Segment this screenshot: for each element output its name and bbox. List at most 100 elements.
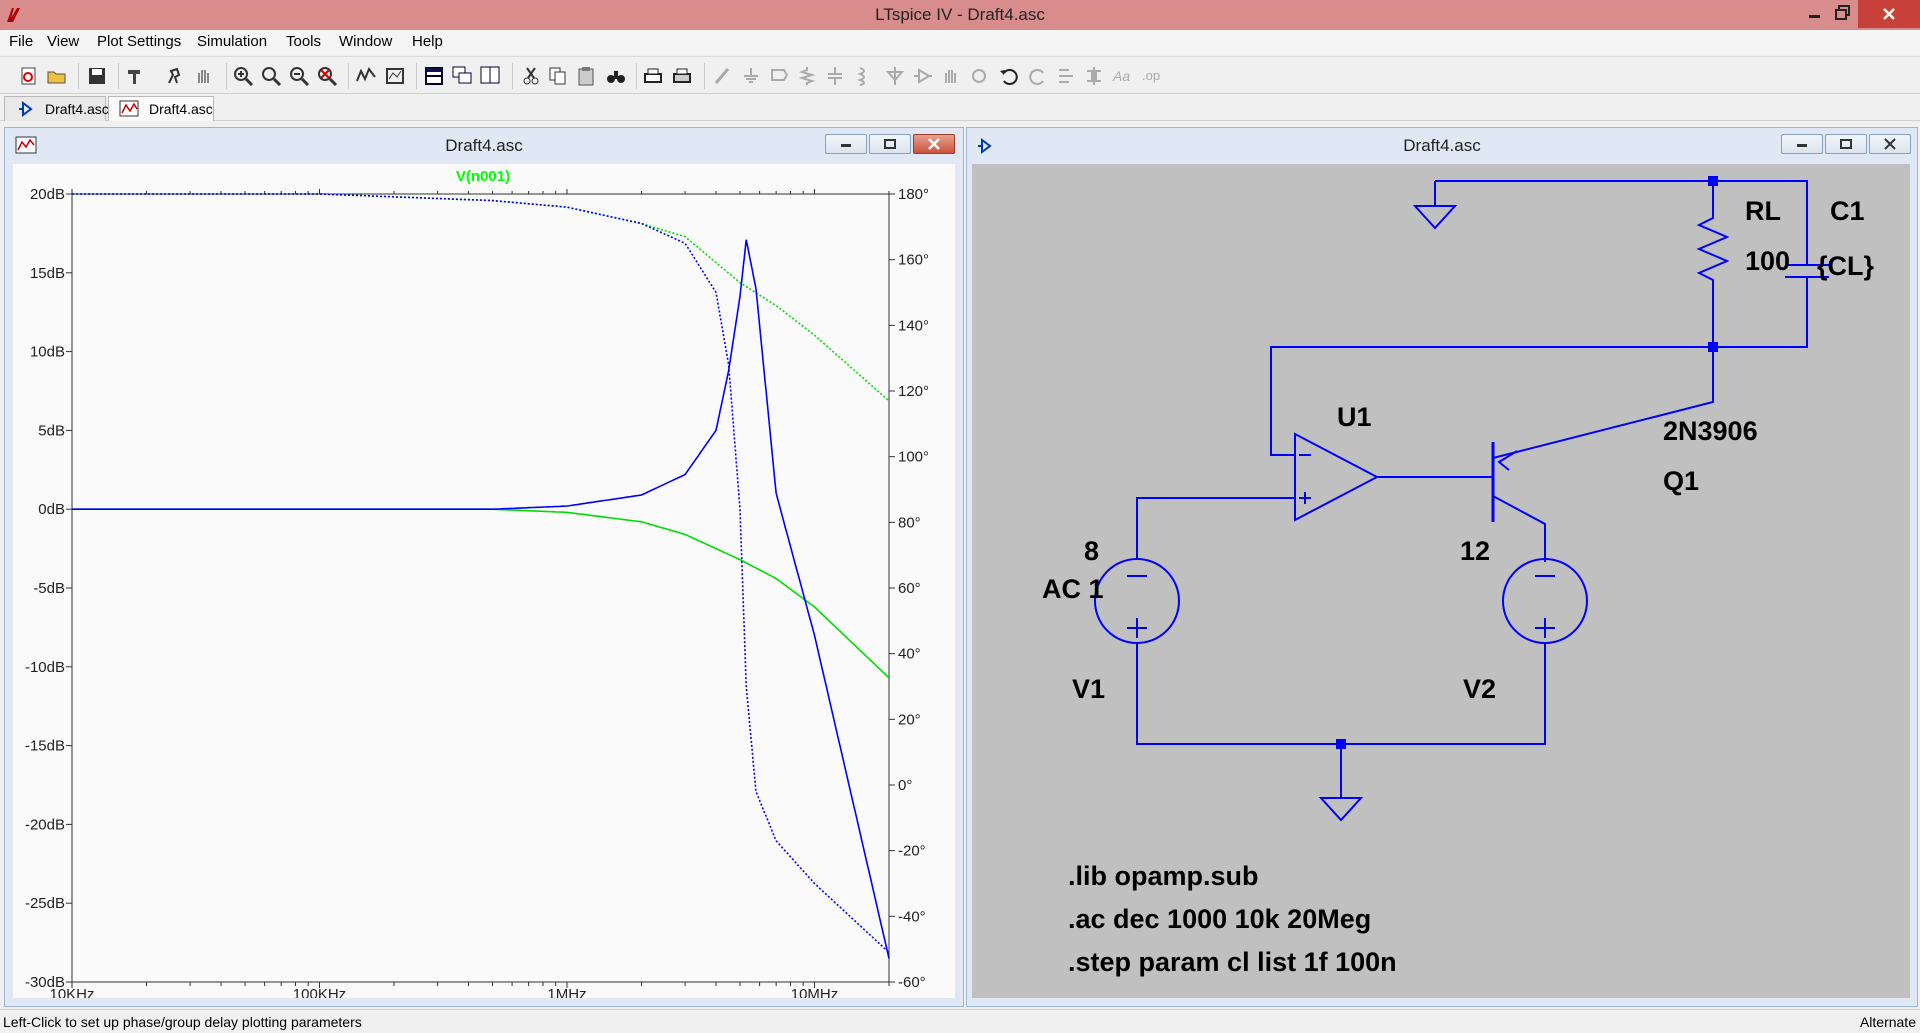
rotate-icon[interactable] [1055,65,1077,87]
cascade-icon[interactable] [451,65,473,87]
plot-background [13,164,955,998]
component-icon[interactable] [912,65,934,87]
schematic-close-button[interactable] [1869,134,1911,154]
spice-directive-icon[interactable]: .op [1140,65,1162,87]
tile-vertical-icon[interactable] [479,65,501,87]
menu-plot-settings[interactable]: Plot Settings [97,33,181,50]
phase-tick-label: 120° [898,383,929,400]
cut-icon[interactable] [520,65,542,87]
phase-tick-label: 80° [898,514,921,531]
plot-pane-icon[interactable] [384,65,406,87]
phase-tick-label: -20° [898,843,926,860]
close-icon [1884,138,1896,150]
v1-name-label[interactable]: V1 [1072,674,1105,704]
undo-icon[interactable] [998,65,1020,87]
c1-name-label[interactable]: C1 [1830,196,1865,226]
schematic-minimize-button[interactable] [1781,134,1823,154]
tab-schematic[interactable]: Draft4.asc [4,96,109,121]
title-bar: LTspice IV - Draft4.asc [0,0,1920,30]
rl-name-label[interactable]: RL [1745,196,1781,226]
mirror-icon[interactable] [1083,65,1105,87]
tab-waveform[interactable]: Draft4.asc [108,96,214,121]
phase-tick-label: 40° [898,646,921,663]
frequency-tick-label: 10KHz [49,986,94,998]
inductor-icon[interactable] [852,65,874,87]
paste-icon[interactable] [575,65,597,87]
run-icon[interactable] [163,65,185,87]
rl-value-label[interactable]: 100 [1745,246,1790,276]
zoom-out-icon[interactable] [288,65,310,87]
capacitor-icon[interactable] [824,65,846,87]
schematic-canvas[interactable]: RL 100 C1 {CL} U1 2N3906 Q1 8 AC 1 V1 12… [972,164,1910,998]
drag-hand-icon[interactable] [968,65,990,87]
restore-icon [1835,5,1850,20]
redo-icon[interactable] [1027,65,1049,87]
waveform-window: Draft4.asc V(n001) 20dB 15dB 10dB 5dB 0dB -5d… [4,127,964,1007]
waveform-close-button[interactable] [913,134,955,154]
menu-tools[interactable]: Tools [286,33,321,50]
close-button[interactable] [1858,0,1920,28]
ground-icon[interactable] [740,65,762,87]
zoom-in-icon[interactable] [232,65,254,87]
trace-label-vn001[interactable]: V(n001) [456,168,510,185]
move-hand-icon[interactable] [940,65,962,87]
schematic-maximize-button[interactable] [1825,134,1867,154]
diode-icon[interactable] [884,65,906,87]
draw-wire-icon[interactable] [712,65,734,87]
status-message: Left-Click to set up phase/group delay p… [3,1014,362,1030]
document-tab-bar: Draft4.asc Draft4.asc [0,94,1920,121]
pan-hand-icon[interactable] [193,65,215,87]
u1-name-label[interactable]: U1 [1337,402,1372,432]
frequency-tick-label: 100KHz [293,986,346,998]
magnitude-tick-label: 20dB [30,186,65,203]
phase-tick-label: -40° [898,908,926,925]
menu-view[interactable]: View [47,33,79,50]
waveform-minimize-button[interactable] [825,134,867,154]
menu-file[interactable]: File [9,33,33,50]
print-setup-icon[interactable] [642,65,664,87]
resistor-icon[interactable] [796,65,818,87]
label-net-icon[interactable] [768,65,790,87]
schematic-window-title: Draft4.asc [1403,136,1481,155]
v1-value-label[interactable]: 8 [1084,536,1099,566]
tile-horizontal-icon[interactable] [423,65,445,87]
schematic-window-titlebar[interactable]: Draft4.asc [967,128,1917,160]
open-folder-icon[interactable] [46,65,68,87]
toolbar-separator [226,63,227,89]
spice-directive-lib[interactable]: .lib opamp.sub [1068,861,1259,891]
find-binoculars-icon[interactable] [605,65,627,87]
print-icon[interactable] [671,65,693,87]
menu-simulation[interactable]: Simulation [197,33,267,50]
c1-value-label[interactable]: {CL} [1817,251,1874,281]
save-icon[interactable] [86,65,108,87]
q1-name-label[interactable]: Q1 [1663,466,1699,496]
v2-name-label[interactable]: V2 [1463,674,1496,704]
menu-window[interactable]: Window [339,33,392,50]
spice-directive-step[interactable]: .step param cl list 1f 100n [1068,947,1397,977]
toolbar-separator [78,63,79,89]
v2-value-label[interactable]: 12 [1460,536,1490,566]
waveform-maximize-button[interactable] [869,134,911,154]
minimize-icon [1809,15,1820,18]
frequency-tick-label: 1MHz [547,986,586,998]
new-schematic-icon[interactable] [18,65,40,87]
text-icon[interactable]: Aa [1112,65,1134,87]
svg-text:Aa: Aa [1112,68,1130,84]
waveform-window-titlebar[interactable]: Draft4.asc [5,128,963,160]
magnitude-tick-label: 10dB [30,344,65,361]
toolbar-separator [704,63,705,89]
v1-ac-label[interactable]: AC 1 [1042,574,1104,604]
menu-help[interactable]: Help [412,33,443,50]
maximize-icon [884,139,896,149]
zoom-full-icon[interactable] [260,65,282,87]
spice-directive-ac[interactable]: .ac dec 1000 10k 20Meg [1068,904,1371,934]
bode-plot[interactable]: V(n001) 20dB 15dB 10dB 5dB 0dB -5dB -10dB -15dB… [13,164,955,998]
q1-model-label[interactable]: 2N3906 [1663,416,1758,446]
copy-icon[interactable] [547,65,569,87]
maximize-icon [1840,139,1852,149]
control-panel-hammer-icon[interactable] [124,65,146,87]
autorange-icon[interactable] [355,65,377,87]
zoom-cancel-icon[interactable] [316,65,338,87]
phase-tick-label: 140° [898,317,929,334]
phase-tick-label: 160° [898,252,929,269]
